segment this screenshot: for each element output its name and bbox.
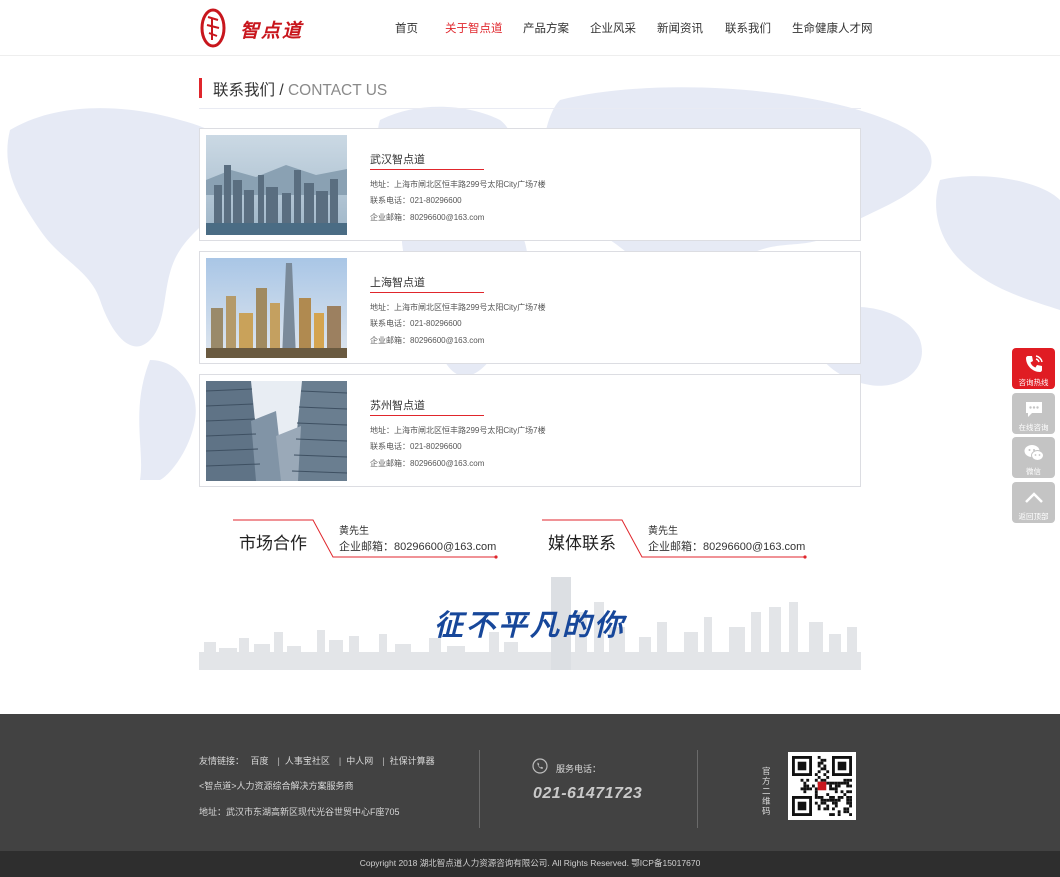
friend-links-label: 友情链接： — [199, 756, 245, 766]
friend-link-calculator[interactable]: 社保计算器 — [390, 756, 435, 766]
friend-link-zhongren[interactable]: 中人网 — [346, 756, 373, 766]
nav-item-contact[interactable]: 联系我们 — [725, 20, 771, 36]
nav-item-about[interactable]: 关于智点道 — [445, 20, 503, 36]
office-phone: 联系电话：021-80296600 — [370, 196, 462, 205]
footer-divider — [479, 750, 480, 828]
qr-code-icon — [792, 756, 852, 816]
friend-link-renshibao[interactable]: 人事宝社区 — [285, 756, 330, 766]
contact-person: 黄先生 — [648, 526, 678, 537]
link-separator: | — [338, 756, 342, 766]
site-footer: 友情链接： 百度 | 人事宝社区 | 中人网 | 社保计算器 <智点道>人力资源综合解决方案… — [0, 714, 1060, 851]
slogan-banner: 征不平凡的你 — [199, 572, 861, 670]
footer-divider — [697, 750, 698, 828]
service-phone-number[interactable]: 021-61471723 — [533, 785, 642, 803]
office-photo — [206, 135, 347, 235]
section-divider — [199, 108, 861, 109]
nav-item-home[interactable]: 首页 — [395, 20, 418, 36]
chat-icon — [1026, 402, 1042, 417]
side-button-label: 返回顶部 — [1018, 512, 1049, 521]
nav-item-style[interactable]: 企业风采 — [590, 20, 636, 36]
side-button-label: 咨询热线 — [1018, 378, 1049, 387]
page: 智点道 首页 关于智点道 产品方案 企业风采 新闻资讯 联系我们 生命健康人才网… — [0, 0, 1060, 877]
shanghai-skyline-image — [206, 258, 347, 358]
contact-email[interactable]: 企业邮箱：80296600@163.com — [339, 538, 496, 554]
slogan-text: 征不平凡的你 — [433, 608, 626, 642]
office-photo — [206, 381, 347, 481]
contact-email[interactable]: 企业邮箱：80296600@163.com — [648, 538, 805, 554]
phone-icon — [1026, 355, 1043, 372]
phone-label: 服务电话： — [556, 764, 602, 774]
qr-code — [788, 752, 856, 820]
office-card-suzhou: 苏州智点道 地址：上海市闸北区恒丰路299号太阳City广场7楼 联系电话：02… — [199, 374, 861, 487]
office-address: 地址：上海市闸北区恒丰路299号太阳City广场7楼 — [370, 180, 546, 189]
office-photo — [206, 258, 347, 358]
copyright-bar: Copyright 2018 湖北智点道人力资源咨询有限公司. All Righ… — [0, 851, 1060, 877]
site-header: 智点道 首页 关于智点道 产品方案 企业风采 新闻资讯 联系我们 生命健康人才网 — [0, 0, 1060, 56]
contact-person: 黄先生 — [339, 526, 369, 537]
friend-link-baidu[interactable]: 百度 — [251, 756, 269, 766]
contact-label: 媒体联系 — [548, 534, 616, 553]
section-title-separator: / — [275, 82, 288, 99]
nav-item-news[interactable]: 新闻资讯 — [657, 20, 703, 36]
contact-label: 市场合作 — [239, 534, 307, 553]
friend-links: 友情链接： 百度 | 人事宝社区 | 中人网 | 社保计算器 — [199, 754, 439, 767]
link-separator: | — [277, 756, 280, 766]
office-email: 企业邮箱：80296600@163.com — [370, 336, 485, 345]
section-title: 联系我们 / CONTACT US — [199, 78, 388, 99]
nav-item-talent-site[interactable]: 生命健康人才网 — [792, 20, 873, 36]
link-separator: | — [382, 756, 385, 766]
qr-code-label: 官方二维码 — [762, 766, 771, 816]
footer-address: 地址：武汉市东湖高新区现代光谷世贸中心F座705 — [199, 807, 400, 817]
contact-block-market: 市场合作 黄先生 企业邮箱：80296600@163.com — [233, 519, 503, 561]
office-name: 苏州智点道 — [370, 400, 425, 412]
contact-block-media: 媒体联系 黄先生 企业邮箱：80296600@163.com — [542, 519, 812, 561]
phone-icon — [532, 758, 548, 774]
side-button-label: 在线咨询 — [1018, 423, 1049, 432]
office-email: 企业邮箱：80296600@163.com — [370, 213, 485, 222]
logo-brand-text: 智点道 — [240, 20, 304, 42]
wechat-icon — [1024, 445, 1044, 461]
side-wechat-button[interactable]: 微信 — [1012, 437, 1055, 478]
section-title-en: CONTACT US — [287, 82, 388, 99]
logo-seal-icon — [200, 8, 226, 48]
side-button-label: 微信 — [1026, 467, 1041, 476]
hong-kong-skyline-image — [206, 135, 347, 235]
side-online-chat-button[interactable]: 在线咨询 — [1012, 393, 1055, 434]
office-address: 地址：上海市闸北区恒丰路299号太阳City广场7楼 — [370, 303, 546, 312]
logo[interactable]: 智点道 — [200, 8, 310, 48]
nav-item-products[interactable]: 产品方案 — [523, 20, 569, 36]
footer-slogan: <智点道>人力资源综合解决方案服务商 — [199, 781, 354, 791]
office-address: 地址：上海市闸北区恒丰路299号太阳City广场7楼 — [370, 426, 546, 435]
skyscrapers-upward-image — [206, 381, 347, 481]
office-card-wuhan: 武汉智点道 地址：上海市闸北区恒丰路299号太阳City广场7楼 联系电话：02… — [199, 128, 861, 241]
office-email: 企业邮箱：80296600@163.com — [370, 459, 485, 468]
office-name-underline — [370, 292, 484, 293]
office-name: 上海智点道 — [370, 277, 425, 289]
office-phone: 联系电话：021-80296600 — [370, 442, 462, 451]
office-phone: 联系电话：021-80296600 — [370, 319, 462, 328]
side-back-to-top-button[interactable]: 返回顶部 — [1012, 482, 1055, 523]
office-card-shanghai: 上海智点道 地址：上海市闸北区恒丰路299号太阳City广场7楼 联系电话：02… — [199, 251, 861, 364]
section-title-cn: 联系我们 — [213, 82, 276, 99]
office-name-underline — [370, 415, 484, 416]
office-name-underline — [370, 169, 484, 170]
chevron-up-icon — [1025, 492, 1043, 503]
side-hotline-button[interactable]: 咨询热线 — [1012, 348, 1055, 389]
office-name: 武汉智点道 — [370, 154, 425, 166]
